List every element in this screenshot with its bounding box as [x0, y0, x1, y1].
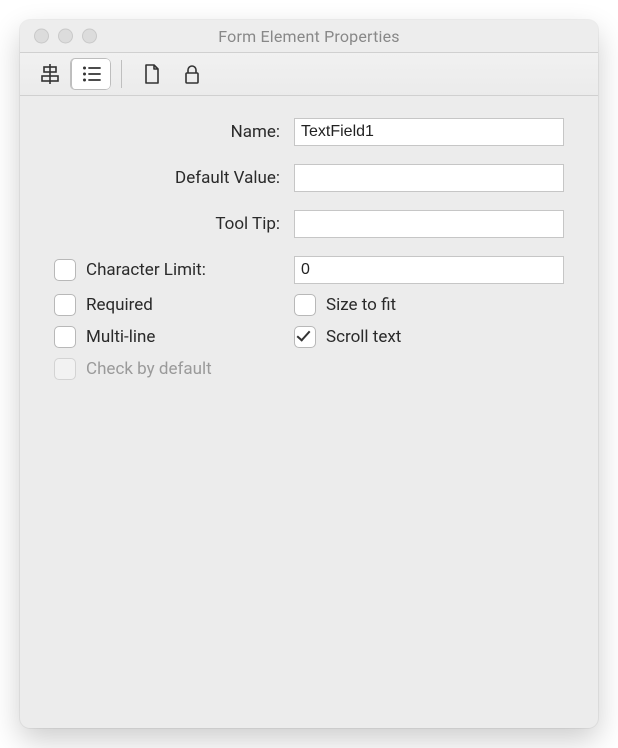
character-limit-input[interactable]	[294, 256, 564, 284]
toolbar-segment	[30, 58, 111, 90]
lock-icon	[182, 63, 202, 85]
default-value-label: Default Value:	[54, 168, 294, 188]
character-limit-checkbox[interactable]	[54, 259, 76, 281]
page-tab[interactable]	[132, 58, 172, 90]
window-controls	[20, 29, 97, 44]
tooltip-label: Tool Tip:	[54, 214, 294, 234]
toolbar-divider	[121, 60, 122, 88]
align-icon	[39, 63, 61, 85]
page-icon	[142, 63, 162, 85]
tooltip-row: Tool Tip:	[54, 210, 564, 238]
form-content: Name: Default Value: Tool Tip: Character…	[20, 96, 598, 728]
required-label: Required	[86, 295, 153, 315]
align-tab[interactable]	[30, 58, 70, 90]
required-sizetofit-row: Required Size to fit	[54, 294, 564, 316]
name-input[interactable]	[294, 118, 564, 146]
toolbar	[20, 53, 598, 96]
name-row: Name:	[54, 118, 564, 146]
window-title: Form Element Properties	[20, 27, 598, 46]
window: Form Element Properties	[20, 20, 598, 728]
check-by-default-row: Check by default	[54, 358, 564, 380]
titlebar: Form Element Properties	[20, 20, 598, 53]
close-window-button[interactable]	[34, 29, 49, 44]
required-checkbox[interactable]	[54, 294, 76, 316]
lock-tab[interactable]	[172, 58, 212, 90]
minimize-window-button[interactable]	[58, 29, 73, 44]
multiline-label: Multi-line	[86, 327, 155, 347]
character-limit-label: Character Limit:	[86, 260, 206, 280]
list-icon	[80, 63, 102, 85]
character-limit-row: Character Limit:	[54, 256, 564, 284]
options-section: Character Limit: Required Size to fit	[54, 256, 564, 380]
check-by-default-checkbox	[54, 358, 76, 380]
tooltip-input[interactable]	[294, 210, 564, 238]
properties-tab[interactable]	[70, 58, 111, 90]
scroll-text-label: Scroll text	[326, 327, 401, 347]
zoom-window-button[interactable]	[82, 29, 97, 44]
multiline-scroll-row: Multi-line Scroll text	[54, 326, 564, 348]
scroll-text-checkbox[interactable]	[294, 326, 316, 348]
size-to-fit-label: Size to fit	[326, 295, 396, 315]
check-by-default-label: Check by default	[86, 359, 212, 379]
size-to-fit-checkbox[interactable]	[294, 294, 316, 316]
name-label: Name:	[54, 122, 294, 142]
default-value-input[interactable]	[294, 164, 564, 192]
multiline-checkbox[interactable]	[54, 326, 76, 348]
default-value-row: Default Value:	[54, 164, 564, 192]
